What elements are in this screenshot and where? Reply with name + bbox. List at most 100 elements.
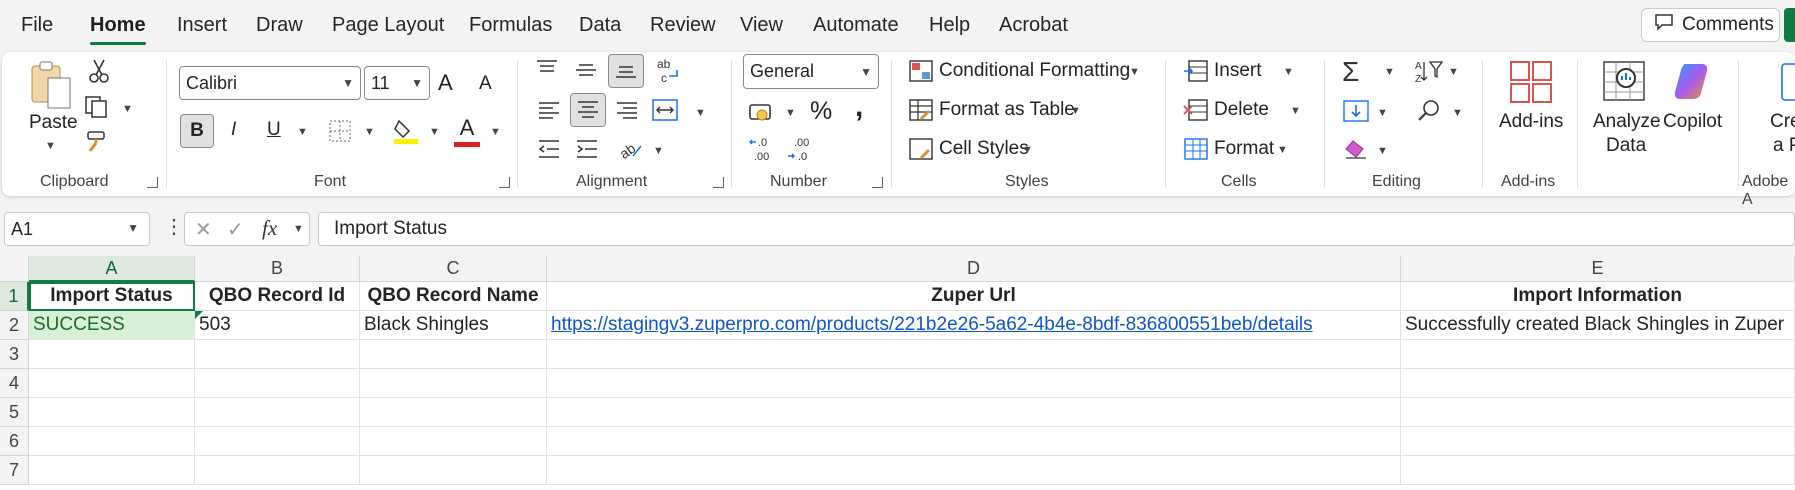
copy-chevron-icon[interactable]: ▼ (122, 103, 133, 115)
cell-c6[interactable] (360, 427, 547, 456)
tab-page-layout[interactable]: Page Layout (332, 14, 444, 37)
cell-a2[interactable]: SUCCESS (29, 311, 195, 340)
autosum-icon[interactable]: Σ (1342, 56, 1359, 88)
cell-e1[interactable]: Import Information (1401, 282, 1795, 311)
tab-data[interactable]: Data (579, 14, 621, 37)
more-options-icon[interactable]: ⋮ (164, 214, 184, 239)
tab-acrobat[interactable]: Acrobat (999, 14, 1068, 37)
format-painter-icon[interactable] (86, 130, 112, 157)
create-pdf-line1[interactable]: Cre (1770, 111, 1795, 133)
format-as-table-icon[interactable] (909, 99, 933, 126)
sort-filter-chevron-icon[interactable]: ▼ (1448, 66, 1459, 78)
cell-styles-icon[interactable] (909, 138, 933, 165)
cell-b5[interactable] (195, 398, 360, 427)
row-header-2[interactable]: 2 (0, 311, 29, 340)
paste-chevron-icon[interactable]: ▼ (45, 140, 56, 152)
comma-style-button[interactable]: , (855, 90, 863, 124)
delete-cells-button[interactable]: Delete (1214, 99, 1269, 121)
cell-e3[interactable] (1401, 340, 1795, 369)
row-header-5[interactable]: 5 (0, 398, 29, 427)
cell-e5[interactable] (1401, 398, 1795, 427)
format-cells-chevron-icon[interactable]: ▼ (1277, 144, 1288, 156)
analyze-data-icon[interactable] (1602, 58, 1646, 109)
cell-a1[interactable]: Import Status (29, 282, 195, 311)
add-ins-button[interactable]: Add-ins (1499, 111, 1563, 133)
create-pdf-icon[interactable] (1780, 62, 1795, 107)
cell-c5[interactable] (360, 398, 547, 427)
orientation-icon[interactable]: ab (616, 136, 643, 165)
cell-c4[interactable] (360, 369, 547, 398)
decrease-indent-icon[interactable] (537, 138, 561, 165)
insert-cells-button[interactable]: Insert (1214, 60, 1262, 82)
conditional-formatting-chevron-icon[interactable]: ▼ (1129, 66, 1140, 78)
font-name-dropdown[interactable]: Calibri ▼ (179, 66, 361, 100)
clear-chevron-icon[interactable]: ▼ (1377, 145, 1388, 157)
cell-a3[interactable] (29, 340, 195, 369)
column-header-a[interactable]: A (29, 256, 195, 282)
wrap-text-icon[interactable]: ab c (655, 56, 681, 91)
tab-review[interactable]: Review (650, 14, 716, 37)
tab-home[interactable]: Home (90, 14, 146, 37)
clipboard-launcher-icon[interactable] (147, 177, 158, 188)
tab-insert[interactable]: Insert (177, 14, 227, 37)
error-indicator-icon[interactable] (195, 311, 203, 319)
cell-b2[interactable]: 503 (195, 311, 360, 340)
tab-view[interactable]: View (740, 14, 783, 37)
cell-b3[interactable] (195, 340, 360, 369)
row-header-7[interactable]: 7 (0, 456, 29, 485)
cell-c1[interactable]: QBO Record Name (360, 282, 547, 311)
increase-indent-icon[interactable] (575, 138, 599, 165)
underline-chevron-icon[interactable]: ▼ (297, 126, 308, 138)
font-launcher-icon[interactable] (499, 177, 510, 188)
select-all-corner[interactable] (0, 256, 29, 282)
merge-chevron-icon[interactable]: ▼ (695, 107, 706, 119)
tab-draw[interactable]: Draw (256, 14, 303, 37)
find-select-icon[interactable] (1416, 98, 1442, 129)
autosum-chevron-icon[interactable]: ▼ (1384, 66, 1395, 78)
cancel-icon[interactable]: ✕ (195, 217, 212, 242)
paste-label[interactable]: Paste (29, 112, 78, 134)
alignment-launcher-icon[interactable] (713, 177, 724, 188)
row-header-4[interactable]: 4 (0, 369, 29, 398)
cell-d7[interactable] (547, 456, 1401, 485)
insert-cells-icon[interactable] (1183, 60, 1209, 87)
chevron-down-icon[interactable]: ▼ (127, 221, 139, 235)
fill-color-icon[interactable] (393, 117, 419, 150)
accounting-format-icon[interactable] (748, 101, 776, 128)
cell-c7[interactable] (360, 456, 547, 485)
accounting-chevron-icon[interactable]: ▼ (785, 107, 796, 119)
row-header-6[interactable]: 6 (0, 427, 29, 456)
format-cells-icon[interactable] (1183, 138, 1209, 165)
sort-filter-icon[interactable]: AZ (1414, 58, 1444, 89)
cell-e2[interactable]: Successfully created Black Shingles in Z… (1401, 311, 1795, 340)
fill-icon[interactable] (1343, 99, 1369, 128)
decrease-font-size-icon[interactable]: A (479, 73, 492, 95)
borders-icon[interactable] (328, 119, 352, 148)
name-box[interactable]: A1 ▼ (4, 212, 150, 246)
cell-d6[interactable] (547, 427, 1401, 456)
italic-button[interactable]: I (231, 119, 236, 141)
fill-color-chevron-icon[interactable]: ▼ (429, 126, 440, 138)
cell-e7[interactable] (1401, 456, 1795, 485)
analyze-data-line1[interactable]: Analyze (1593, 111, 1661, 133)
cell-b6[interactable] (195, 427, 360, 456)
conditional-formatting-icon[interactable] (909, 60, 933, 87)
align-middle-icon[interactable] (574, 60, 598, 85)
column-header-e[interactable]: E (1401, 256, 1795, 282)
cell-b4[interactable] (195, 369, 360, 398)
copilot-button[interactable]: Copilot (1663, 111, 1722, 133)
cell-d2-link[interactable]: https://stagingv3.zuperpro.com/products/… (547, 311, 1401, 340)
borders-chevron-icon[interactable]: ▼ (364, 126, 375, 138)
bold-button[interactable]: B (180, 114, 214, 148)
column-header-d[interactable]: D (547, 256, 1401, 282)
find-select-chevron-icon[interactable]: ▼ (1452, 107, 1463, 119)
column-header-b[interactable]: B (195, 256, 360, 282)
decrease-decimal-icon[interactable]: .00.0 (786, 134, 816, 169)
align-center-button[interactable] (570, 93, 606, 127)
copilot-icon[interactable] (1672, 60, 1716, 109)
format-cells-button[interactable]: Format (1214, 138, 1274, 160)
increase-decimal-icon[interactable]: .0.00 (748, 134, 778, 169)
font-color-icon[interactable]: A (454, 115, 480, 147)
increase-font-size-icon[interactable]: A (438, 70, 453, 96)
insert-function-icon[interactable]: fx (262, 216, 277, 241)
